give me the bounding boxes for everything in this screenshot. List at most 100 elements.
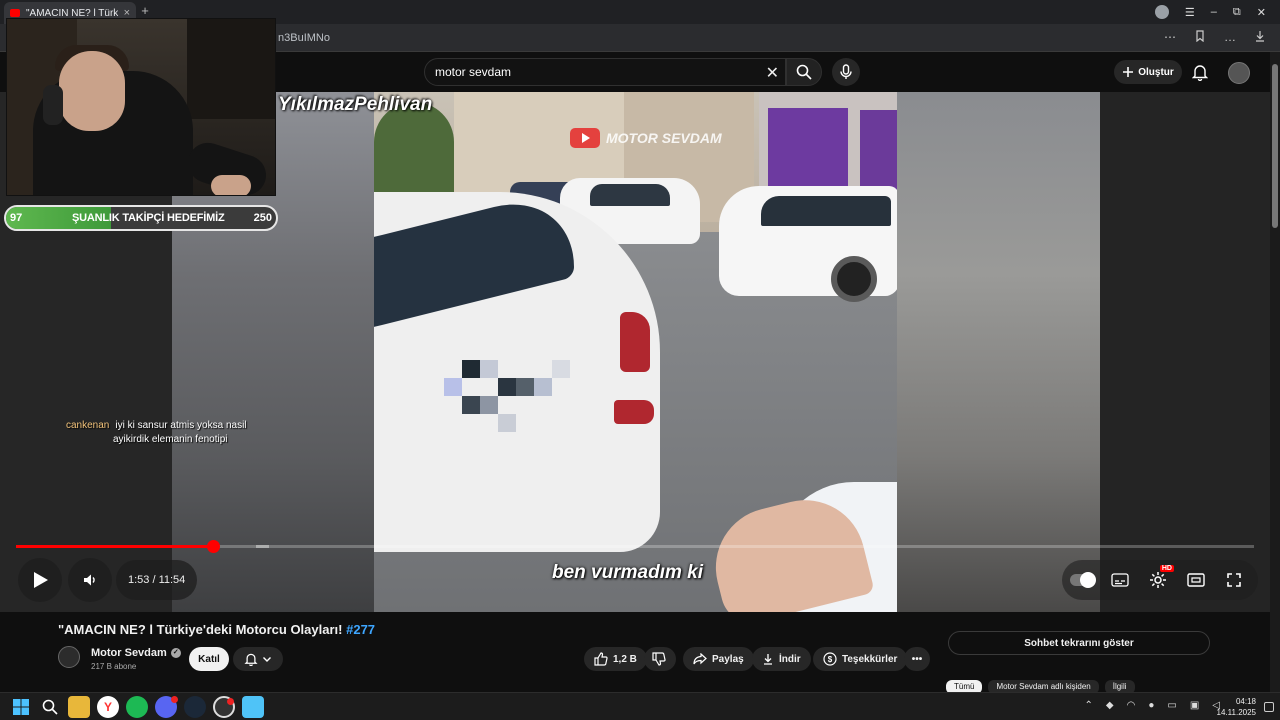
subscription-bell-button[interactable] <box>233 647 283 671</box>
headphones-icon[interactable]: ◠ <box>1127 700 1136 711</box>
search-button[interactable] <box>786 58 822 86</box>
youtube-logo-icon <box>570 128 600 148</box>
download-icon <box>764 654 772 665</box>
subtitles-button[interactable] <box>1108 568 1132 592</box>
create-button[interactable]: Oluştur <box>1114 60 1182 84</box>
censor-pixel <box>516 378 534 396</box>
subscriber-count: 217 B abone <box>91 662 137 671</box>
file-explorer-icon[interactable] <box>68 696 90 718</box>
windows-start-icon[interactable] <box>10 696 32 718</box>
browser-menu-button[interactable]: ☰ <box>1185 6 1195 19</box>
settings-button[interactable]: HD <box>1146 565 1174 592</box>
chat-username: cankenan <box>66 420 110 431</box>
censor-pixel <box>462 360 480 378</box>
more-options-icon[interactable]: ⋯ <box>1164 30 1176 44</box>
obs-icon[interactable] <box>213 696 235 718</box>
channel-name[interactable]: Motor Sevdam ✓ <box>91 647 181 659</box>
new-tab-button[interactable]: + <box>138 4 152 18</box>
scrubber-handle[interactable] <box>206 540 220 553</box>
close-window-button[interactable]: ✕ <box>1257 6 1266 19</box>
video-title: "AMACIN NE? l Türkiye'deki Motorcu Olayl… <box>58 622 375 637</box>
like-count: 1,2 B <box>613 653 637 665</box>
voice-search-button[interactable] <box>832 58 860 86</box>
share-button[interactable]: Paylaş <box>683 647 754 671</box>
microphone-tray-icon[interactable]: ● <box>1148 700 1154 711</box>
steam-icon[interactable] <box>184 696 206 718</box>
download-icon[interactable] <box>1254 30 1266 42</box>
progress-bar[interactable] <box>16 540 1254 553</box>
player-right-controls: HD <box>1062 560 1258 600</box>
webcam-headset <box>43 85 63 125</box>
video-hashtag[interactable]: #277 <box>346 622 375 637</box>
address-text[interactable]: n3BuIMNo <box>278 32 330 44</box>
bell-icon <box>244 653 258 666</box>
subtitles-icon <box>1111 573 1129 587</box>
bookmark-icon[interactable] <box>1194 30 1206 42</box>
minimize-button[interactable]: – <box>1211 6 1217 18</box>
theater-mode-button[interactable] <box>1184 568 1208 592</box>
autoplay-toggle[interactable] <box>1070 568 1096 592</box>
page-scrollbar[interactable] <box>1270 52 1280 692</box>
volume-icon <box>84 574 95 586</box>
verified-check-icon: ✓ <box>170 648 181 658</box>
chat-text-line2: ayikirdik elemanin fenotipi <box>113 434 228 445</box>
play-button[interactable] <box>18 558 62 602</box>
play-icon <box>34 572 48 588</box>
profile-icon[interactable] <box>1154 5 1169 19</box>
censor-pixel <box>462 396 480 414</box>
channel-avatar[interactable] <box>58 646 80 668</box>
streamer-name-overlay: YıkılmazPehlivan <box>278 94 433 115</box>
recording-dot <box>227 698 234 705</box>
show-chat-replay-button[interactable]: Sohbet tekrarını göster <box>948 631 1210 655</box>
chevron-up-icon[interactable]: ⌃ <box>1085 700 1093 711</box>
search-input[interactable]: motor sevdam ✕ <box>424 58 786 86</box>
thanks-icon: $ <box>823 652 837 666</box>
address-bar-icons: ⋯ … <box>1164 30 1266 44</box>
like-button[interactable]: 1,2 B <box>584 647 647 671</box>
notepad-icon[interactable] <box>242 696 264 718</box>
maximize-button[interactable]: ⧉ <box>1233 6 1241 19</box>
system-clock[interactable]: 04:18 14.11.2025 <box>1217 696 1256 718</box>
search-icon <box>796 64 812 80</box>
video-scene-white-car-right <box>719 186 897 302</box>
thanks-button[interactable]: $ Teşekkürler <box>813 647 908 671</box>
scrollbar-thumb[interactable] <box>1272 64 1278 228</box>
yandex-browser-icon[interactable]: Y <box>97 696 119 718</box>
more-actions-button[interactable]: ••• <box>904 647 930 671</box>
video-frame: MOTOR SEVDAM <box>374 92 897 612</box>
fullscreen-button[interactable] <box>1222 568 1246 592</box>
notification-center-icon[interactable] <box>1264 702 1274 712</box>
clear-search-button[interactable]: ✕ <box>766 63 779 83</box>
network-icon[interactable]: ▣ <box>1190 700 1199 711</box>
spotify-icon[interactable] <box>126 696 148 718</box>
chevron-down-icon <box>263 657 271 662</box>
censor-pixel <box>498 378 516 396</box>
stream-chat-message: cankenan iyi ki sansur atmis yoksa nasil … <box>66 419 256 447</box>
video-scene-purple-storefront <box>768 108 848 198</box>
car-window <box>761 196 891 226</box>
steam-tray-icon[interactable]: ◆ <box>1106 700 1114 711</box>
youtube-favicon-icon <box>10 9 20 17</box>
thumbs-down-icon <box>652 652 666 666</box>
webcam-hand <box>211 175 251 195</box>
download-button[interactable]: İndir <box>752 647 811 671</box>
blurred-background-right-inner <box>896 92 1100 612</box>
dislike-button[interactable] <box>644 647 676 671</box>
notification-dot <box>171 696 178 703</box>
microphone-icon <box>840 64 852 79</box>
volume-button[interactable] <box>68 558 112 602</box>
account-avatar[interactable] <box>1228 62 1250 84</box>
discord-icon[interactable] <box>155 696 178 718</box>
video-caption: ben vurmadım ki <box>552 562 703 583</box>
channel-name-text[interactable]: Motor Sevdam <box>91 647 167 659</box>
keyboard-icon[interactable]: ▭ <box>1167 700 1176 711</box>
car-tail-light <box>620 312 650 372</box>
join-button[interactable]: Katıl <box>189 647 229 671</box>
notifications-button[interactable] <box>1190 62 1210 82</box>
search-icon[interactable] <box>39 696 61 718</box>
webcam-background-shelf <box>187 19 275 119</box>
windows-taskbar: Y ⌃ ◆ ◠ ● ▭ ▣ ◁ 04:18 14.11.2025 <box>0 692 1280 720</box>
goal-current: 97 <box>10 212 23 224</box>
extensions-icon[interactable]: … <box>1224 30 1236 44</box>
progress-loaded <box>256 545 269 548</box>
